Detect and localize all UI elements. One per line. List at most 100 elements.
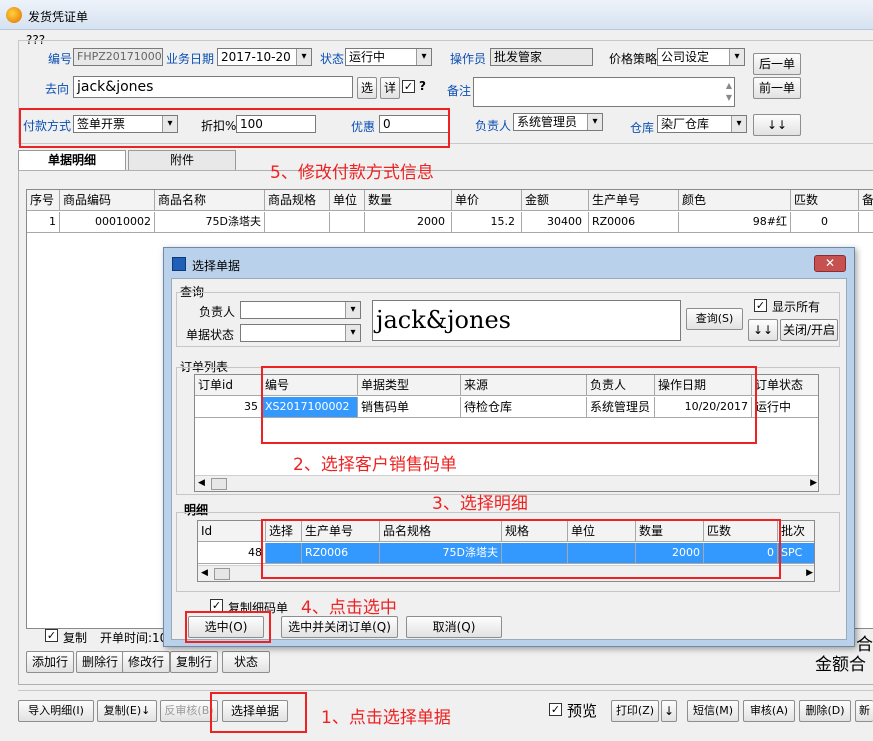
cell[interactable]: 运行中 xyxy=(752,397,818,418)
sms-button[interactable]: 短信(M) xyxy=(687,700,739,722)
open-time-label: 开单时间:10 xyxy=(100,631,168,645)
table-row[interactable]: 1 00010002 75D涤塔夫 2000 15.2 30400 RZ0006… xyxy=(27,212,873,233)
annotation-box-select xyxy=(185,611,271,643)
dest-input[interactable]: jack&jones xyxy=(73,76,353,98)
code-field[interactable]: FHPZ2017100002 xyxy=(73,48,163,66)
col-header[interactable]: 商品规格 xyxy=(265,190,330,211)
dlg-select-close-button[interactable]: 选中并关闭订单(Q) xyxy=(281,616,398,638)
col-header[interactable]: 序号 xyxy=(27,190,60,211)
status-label: 状态 xyxy=(320,52,345,66)
price-label: 价格策略 xyxy=(609,52,658,66)
scroll-right-icon[interactable]: ▶ xyxy=(810,478,817,488)
approve-button[interactable]: 审核(A) xyxy=(743,700,795,722)
col-header[interactable]: 商品编码 xyxy=(60,190,155,211)
col-header[interactable]: 单位 xyxy=(330,190,365,211)
cell[interactable]: SPC xyxy=(778,543,814,564)
col-header[interactable]: 订单id xyxy=(195,375,262,396)
col-header[interactable]: 数量 xyxy=(365,190,452,211)
cell[interactable]: 0 xyxy=(791,212,859,233)
col-header[interactable]: 订单状态 xyxy=(752,375,818,396)
main-grid-header: 序号 商品编码 商品名称 商品规格 单位 数量 单价 金额 生产单号 颜色 匹数… xyxy=(27,190,873,211)
code-label: 编号 xyxy=(48,52,73,66)
copy-menu-button[interactable]: 复制(E)↓ xyxy=(97,700,157,722)
delete-row-button[interactable]: 删除行 xyxy=(76,651,124,673)
import-details-button[interactable]: 导入明细(I) xyxy=(18,700,94,722)
help-mark: ? xyxy=(419,79,426,93)
annotation-step-1: 1、点击选择单据 xyxy=(321,708,451,728)
col-header[interactable]: 生产单号 xyxy=(589,190,679,211)
cell[interactable]: 48 xyxy=(198,543,266,564)
tab-attachments[interactable]: 附件 xyxy=(128,150,236,170)
price-select[interactable]: 公司设定 xyxy=(657,48,745,66)
dlg-doc-status-label: 单据状态 xyxy=(186,328,235,342)
cell[interactable] xyxy=(330,212,365,233)
add-row-button[interactable]: 添加行 xyxy=(26,651,74,673)
col-header[interactable]: 匹数 xyxy=(791,190,859,211)
cell[interactable]: 2000 xyxy=(365,212,452,233)
close-icon[interactable]: ✕ xyxy=(814,255,846,272)
col-header[interactable]: 商品名称 xyxy=(155,190,265,211)
col-header[interactable]: 批次 xyxy=(778,521,814,542)
warehouse-arrows-button[interactable]: ↓↓ xyxy=(753,114,801,136)
dlg-doc-status-select[interactable] xyxy=(240,324,361,342)
show-all-checkbox[interactable]: ✓ xyxy=(754,299,767,312)
date-picker[interactable]: 2017-10-20 xyxy=(217,48,312,66)
dest-checkbox[interactable]: ✓ xyxy=(402,80,415,93)
cell[interactable]: 15.2 xyxy=(452,212,522,233)
scroll-right-icon[interactable]: ▶ xyxy=(806,568,813,578)
col-header[interactable]: 备 xyxy=(859,190,873,211)
print-button[interactable]: 打印(Z) xyxy=(611,700,659,722)
delete-button[interactable]: 删除(D) xyxy=(799,700,851,722)
cell[interactable] xyxy=(265,212,330,233)
dialog-titlebar: 选择单据 ✕ xyxy=(164,248,854,278)
col-header[interactable]: 金额 xyxy=(522,190,589,211)
dlg-keyword-input[interactable]: jack&jones xyxy=(372,300,681,341)
owner-select[interactable]: 系统管理员 xyxy=(513,113,603,131)
scroll-left-icon[interactable]: ◀ xyxy=(198,478,205,488)
warehouse-label: 仓库 xyxy=(630,121,655,135)
scroll-left-icon[interactable]: ◀ xyxy=(201,568,208,578)
cell[interactable]: 75D涤塔夫 xyxy=(155,212,265,233)
new-button[interactable]: 新 xyxy=(855,700,873,722)
annotation-box-detail xyxy=(261,519,781,579)
dlg-owner-label: 负责人 xyxy=(199,305,236,319)
operator-field: 批发管家 xyxy=(490,48,593,66)
dlg-cancel-button[interactable]: 取消(Q) xyxy=(406,616,502,638)
cell[interactable]: 30400 xyxy=(522,212,589,233)
cell[interactable] xyxy=(859,212,873,233)
dest-detail-button[interactable]: 详 xyxy=(380,77,400,99)
cell[interactable]: 1 xyxy=(27,212,60,233)
cell[interactable]: 35 xyxy=(195,397,262,418)
col-header[interactable]: 颜色 xyxy=(679,190,791,211)
dlg-arrows-button[interactable]: ↓↓ xyxy=(748,319,778,341)
status-select[interactable]: 运行中 xyxy=(345,48,432,66)
edit-row-button[interactable]: 修改行 xyxy=(122,651,170,673)
close-open-button[interactable]: 关闭/开启 xyxy=(780,319,838,341)
col-header[interactable]: Id xyxy=(198,521,266,542)
scroll-thumb[interactable] xyxy=(214,568,230,580)
remark-textarea[interactable]: ▲ ▼ xyxy=(473,77,735,107)
col-header[interactable]: 单价 xyxy=(452,190,522,211)
cell[interactable]: RZ0006 xyxy=(589,212,679,233)
annotation-box-order xyxy=(261,366,757,444)
copy-row-button[interactable]: 复制行 xyxy=(170,651,218,673)
date-label: 业务日期 xyxy=(166,52,215,66)
dest-select-button[interactable]: 选 xyxy=(357,77,377,99)
prev-button[interactable]: 前一单 xyxy=(753,77,801,99)
sum-label-2: 金额合 xyxy=(815,655,866,675)
cell[interactable]: 00010002 xyxy=(60,212,155,233)
dest-label: 去向 xyxy=(45,82,70,96)
remark-scroll-down-icon[interactable]: ▼ xyxy=(726,90,732,106)
tab-details[interactable]: 单据明细 xyxy=(18,150,126,170)
scroll-thumb[interactable] xyxy=(211,478,227,490)
warehouse-select[interactable]: 染厂仓库 xyxy=(657,115,747,133)
copy-checkbox[interactable]: ✓ xyxy=(45,629,58,642)
preview-checkbox[interactable]: ✓ xyxy=(549,703,562,716)
next-button[interactable]: 后一单 xyxy=(753,53,801,75)
query-button[interactable]: 查询(S) xyxy=(686,308,743,330)
print-dropdown-button[interactable]: ↓ xyxy=(661,700,677,722)
action-bar-divider xyxy=(18,690,873,691)
dlg-owner-select[interactable] xyxy=(240,301,361,319)
status-button[interactable]: 状态 xyxy=(222,651,270,673)
cell[interactable]: 98#红 xyxy=(679,212,791,233)
